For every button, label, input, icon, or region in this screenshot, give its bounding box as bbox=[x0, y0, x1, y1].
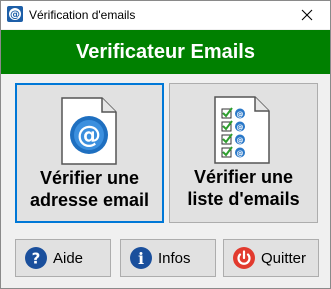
app-window: @ Vérification d'emails Verificateur Ema… bbox=[0, 0, 331, 289]
quit-button[interactable]: Quitter bbox=[223, 239, 319, 277]
help-label: Aide bbox=[53, 249, 84, 267]
at-document-icon: @ bbox=[61, 97, 117, 165]
svg-text:@: @ bbox=[237, 137, 244, 145]
verify-list-label-line1: Vérifier une bbox=[193, 167, 294, 187]
verify-email-label-line1: Vérifier une bbox=[39, 168, 140, 188]
power-icon bbox=[233, 247, 255, 269]
title-bar: @ Vérification d'emails bbox=[1, 1, 330, 29]
svg-text:@: @ bbox=[10, 10, 20, 21]
verify-list-button[interactable]: @ @ @ @ Vérifier une liste d'emails bbox=[169, 83, 318, 223]
info-icon: i bbox=[130, 247, 152, 269]
quit-label: Quitter bbox=[261, 249, 307, 267]
verify-list-label: Vérifier une liste d'emails bbox=[170, 166, 317, 210]
header-banner: Verificateur Emails bbox=[1, 30, 330, 74]
svg-text:@: @ bbox=[237, 111, 244, 119]
svg-text:i: i bbox=[138, 249, 144, 268]
info-label: Infos bbox=[158, 249, 191, 267]
svg-text:@: @ bbox=[237, 124, 244, 132]
close-icon bbox=[301, 9, 313, 21]
svg-text:?: ? bbox=[32, 250, 41, 268]
info-button[interactable]: i Infos bbox=[120, 239, 216, 277]
header-title: Verificateur Emails bbox=[76, 40, 255, 63]
svg-text:@: @ bbox=[237, 150, 244, 158]
close-button[interactable] bbox=[284, 1, 330, 29]
app-at-icon: @ bbox=[7, 6, 23, 22]
checklist-document-icon: @ @ @ @ bbox=[214, 96, 270, 164]
window-title: Vérification d'emails bbox=[29, 8, 136, 22]
verify-email-label: Vérifier une adresse email bbox=[17, 167, 162, 211]
svg-text:@: @ bbox=[77, 121, 101, 149]
help-button[interactable]: ? Aide bbox=[15, 239, 111, 277]
verify-email-label-line2: adresse email bbox=[29, 190, 150, 210]
verify-email-button[interactable]: @ Vérifier une adresse email bbox=[15, 83, 164, 223]
question-icon: ? bbox=[25, 247, 47, 269]
verify-list-label-line2: liste d'emails bbox=[187, 189, 300, 209]
